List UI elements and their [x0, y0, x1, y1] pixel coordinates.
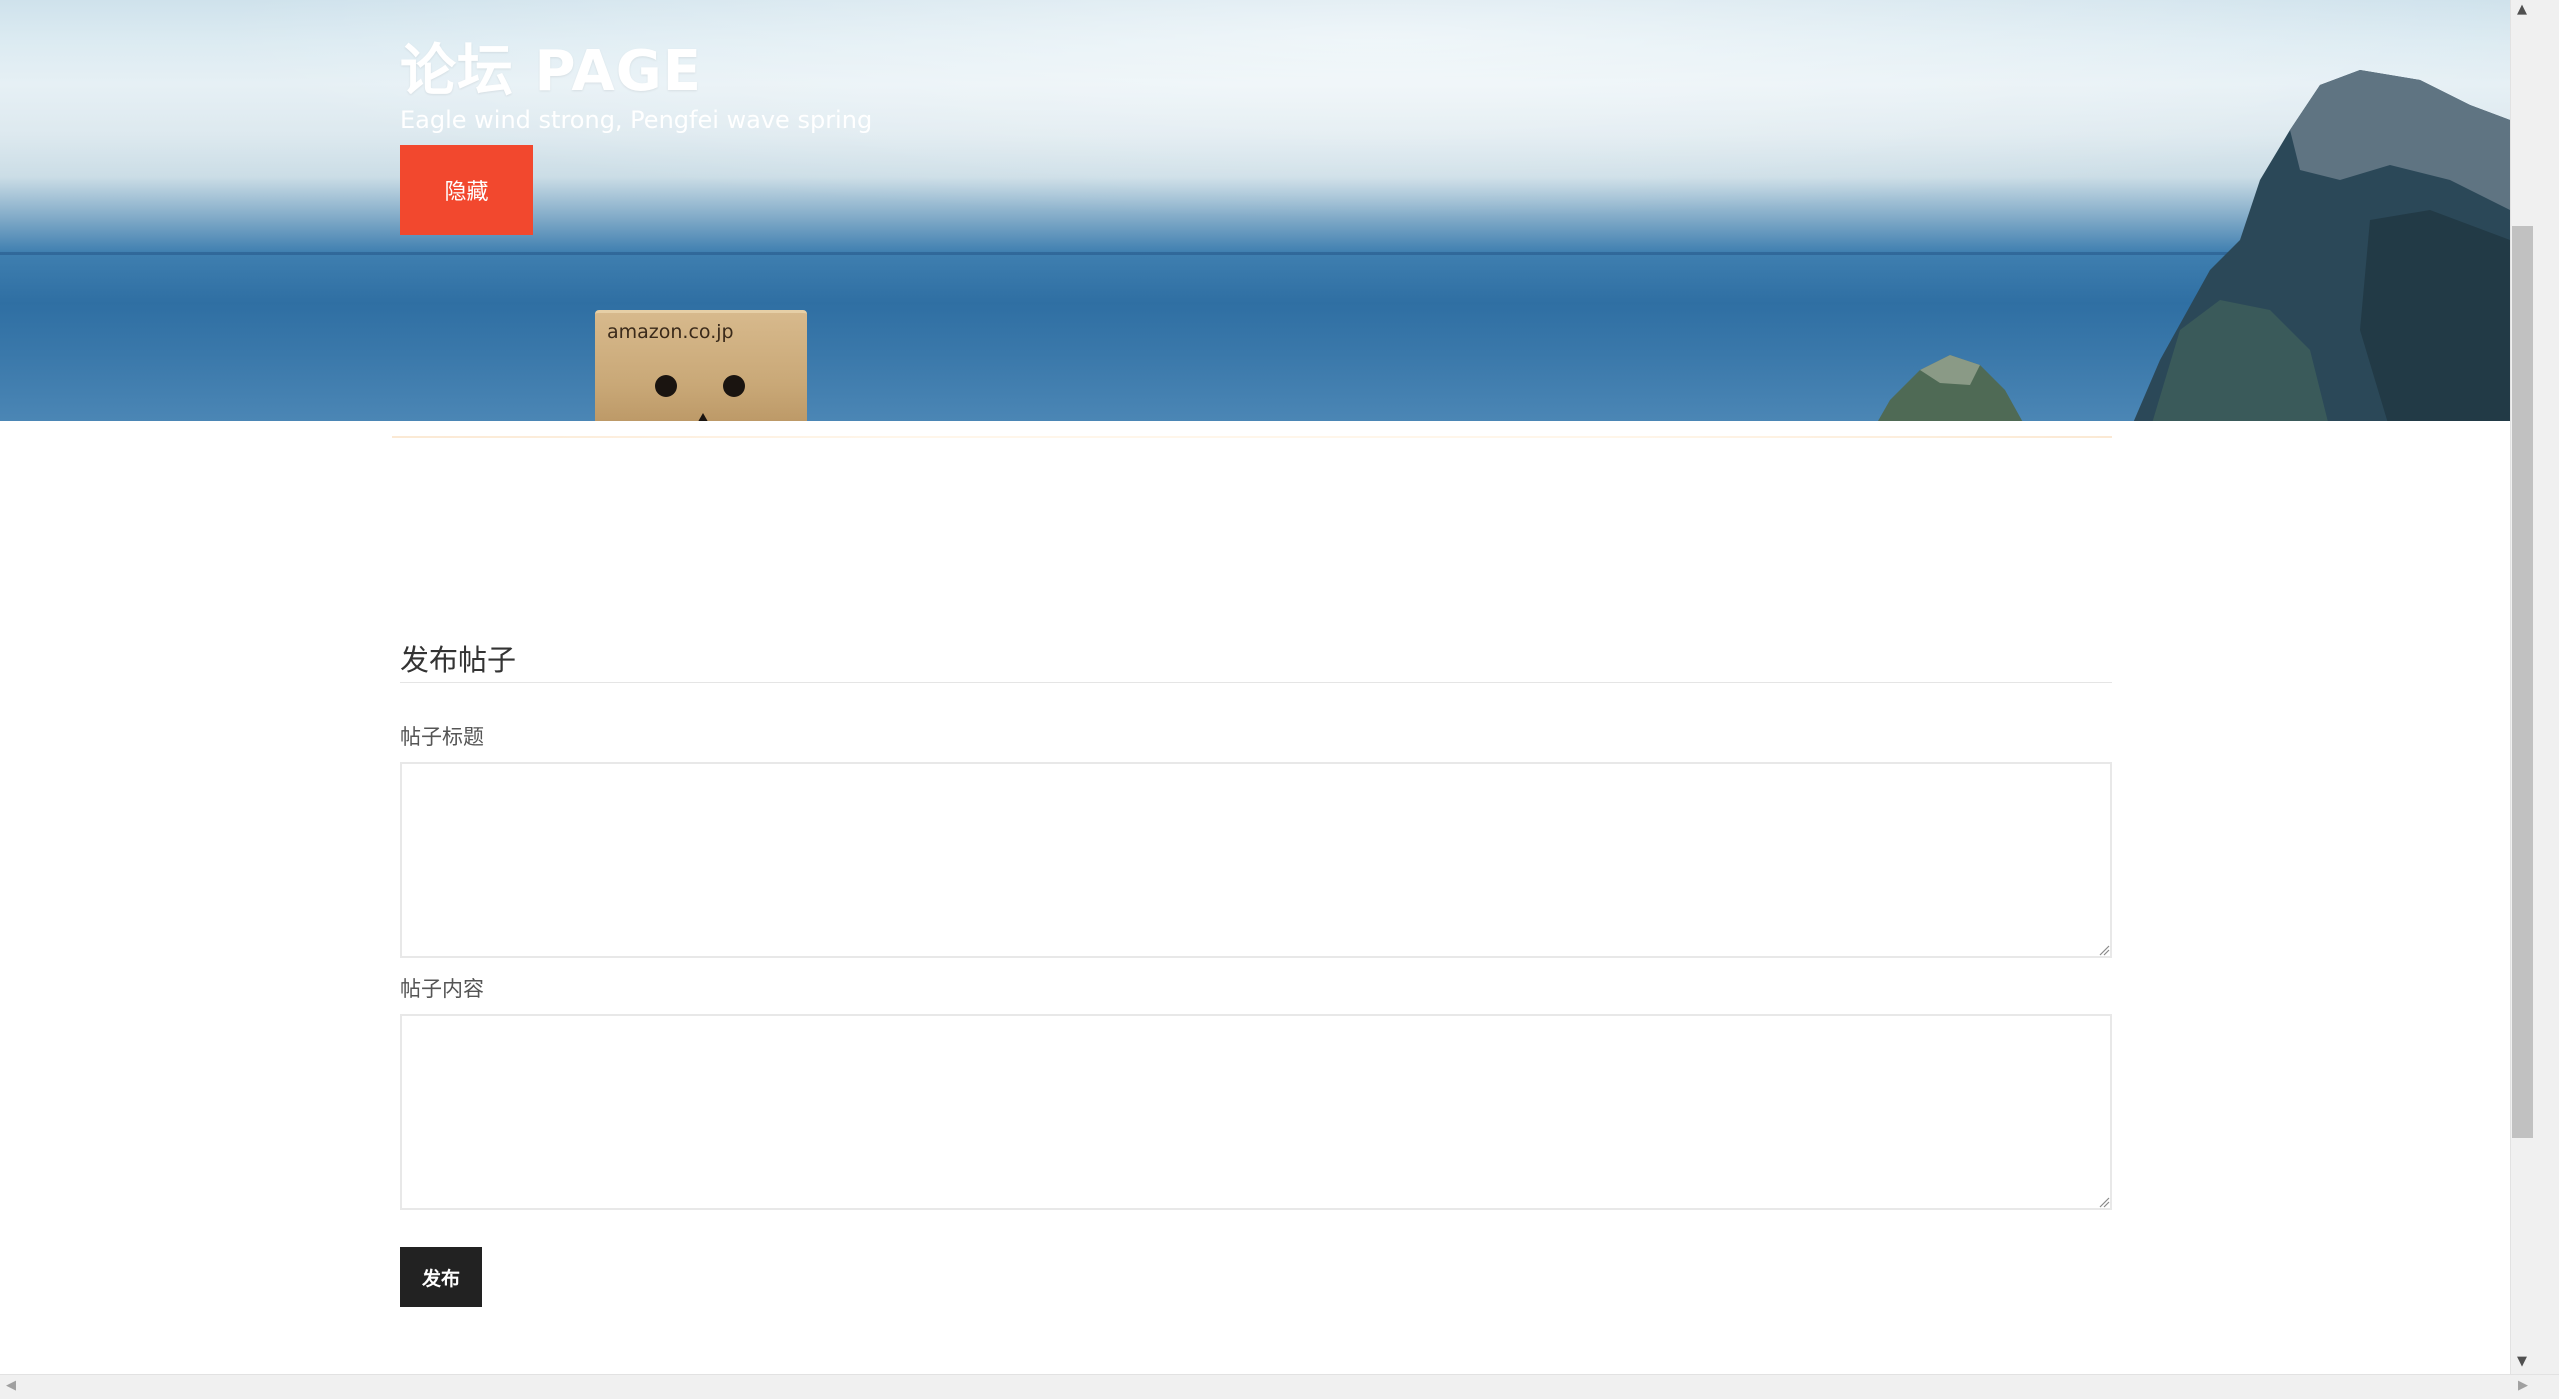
danbo-box-figure: amazon.co.jp [595, 310, 807, 421]
heading-divider [400, 682, 2112, 683]
hero-divider [392, 436, 2112, 438]
vertical-scrollbar[interactable]: ▲ ▼ [2510, 0, 2559, 1374]
box-logo-text: amazon.co.jp [607, 321, 734, 343]
box-mouth [695, 413, 711, 421]
publish-button[interactable]: 发布 [400, 1247, 482, 1307]
post-title-input[interactable] [400, 762, 2112, 958]
resize-grip-icon[interactable] [2098, 1196, 2110, 1208]
hero-banner: amazon.co.jp 论坛 PAGE Eagle wind strong, … [0, 0, 2510, 421]
post-content-input[interactable] [400, 1014, 2112, 1210]
box-right-eye [723, 375, 745, 397]
triangle-up-icon[interactable]: ▲ [2515, 3, 2529, 17]
triangle-right-icon[interactable]: ▶ [2516, 1379, 2530, 1393]
resize-grip-icon[interactable] [2098, 944, 2110, 956]
rock-image [1878, 355, 2023, 421]
post-title-label: 帖子标题 [400, 725, 484, 749]
form-heading: 发布帖子 [400, 643, 517, 677]
post-content-label: 帖子内容 [400, 977, 484, 1001]
cliff-image [2133, 70, 2510, 421]
box-left-eye [655, 375, 677, 397]
page-viewport: amazon.co.jp 论坛 PAGE Eagle wind strong, … [0, 0, 2510, 1374]
vertical-scroll-thumb[interactable] [2512, 226, 2533, 1138]
horizontal-scrollbar[interactable]: ◀ ▶ [0, 1374, 2559, 1399]
post-form: 发布帖子 帖子标题 帖子内容 发布 [400, 640, 2112, 1307]
page-subtitle: Eagle wind strong, Pengfei wave spring [400, 106, 873, 134]
triangle-down-icon[interactable]: ▼ [2515, 1355, 2529, 1369]
hide-button[interactable]: 隐藏 [400, 145, 533, 235]
triangle-left-icon[interactable]: ◀ [4, 1379, 18, 1393]
page-title: 论坛 PAGE [400, 39, 702, 104]
